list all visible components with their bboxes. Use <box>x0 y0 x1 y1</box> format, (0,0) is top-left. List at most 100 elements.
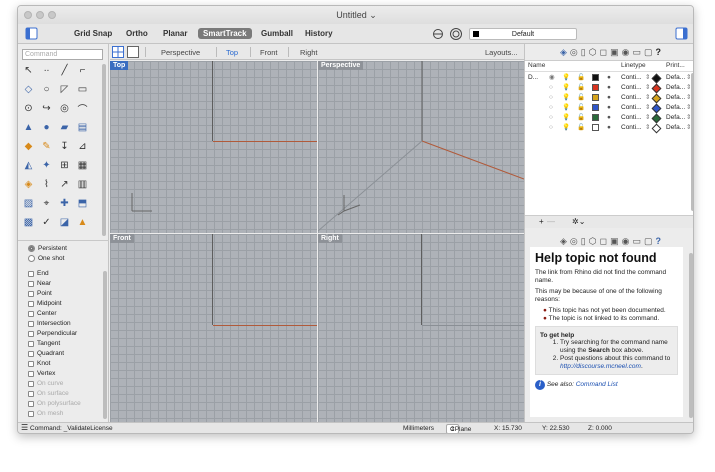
tab-front[interactable]: Front <box>260 48 278 57</box>
layer-print-width[interactable]: Defa... <box>666 113 685 123</box>
osnap-checkbox[interactable] <box>28 310 34 317</box>
viewport-right[interactable]: Right <box>318 234 524 422</box>
osnap-checkbox[interactable] <box>28 410 34 417</box>
current-layer-icon[interactable]: ○ <box>549 113 553 123</box>
layouts-button[interactable]: Layouts... <box>485 48 518 57</box>
osnap-item[interactable]: Perpendicular <box>28 330 77 337</box>
layers-header-linetype[interactable]: Linetype <box>621 61 646 71</box>
layer-row[interactable]: D... ◉ 💡 🔓 ● Conti... ⇕ Defa... ⇕ <box>525 73 693 84</box>
layer-print-width[interactable]: Defa... <box>666 83 685 93</box>
smarttrack-toggle[interactable]: SmartTrack <box>198 28 252 39</box>
tool-button[interactable]: ◭ <box>22 159 35 172</box>
bulb-icon[interactable]: 💡 <box>562 113 570 123</box>
viewport-top[interactable]: Top <box>110 61 317 233</box>
tool-button[interactable]: ▲ <box>22 121 35 134</box>
osnap-checkbox[interactable] <box>28 320 34 327</box>
materials-tab-icon[interactable]: ◎ <box>570 47 578 58</box>
render-tab-icon[interactable]: ▭ <box>632 236 641 247</box>
layer-color-swatch[interactable] <box>592 114 599 121</box>
tool-button[interactable]: ▤ <box>76 121 89 134</box>
osnap-item[interactable]: Point <box>28 290 52 297</box>
discourse-link[interactable]: http://discourse.mcneel.com <box>560 363 641 370</box>
layer-color-swatch[interactable] <box>592 74 599 81</box>
layer-linetype[interactable]: Conti... <box>621 83 642 93</box>
tool-button[interactable]: ✦ <box>40 159 53 172</box>
single-view-icon[interactable] <box>127 46 139 58</box>
print-color-icon[interactable] <box>651 103 662 114</box>
four-view-icon[interactable] <box>112 46 124 58</box>
tool-button[interactable]: ▥ <box>76 178 89 191</box>
osnap-item[interactable]: On curve <box>28 380 63 387</box>
tool-button[interactable]: ▭ <box>76 83 89 96</box>
layer-print-width[interactable]: Defa... <box>666 103 685 113</box>
current-layer-icon[interactable]: ◉ <box>549 73 555 83</box>
material-icon[interactable]: ● <box>607 123 611 133</box>
tool-button[interactable]: ∙∙ <box>40 64 53 77</box>
osnap-persistent[interactable]: Persistent <box>28 245 67 252</box>
render-tab-icon[interactable]: ▭ <box>632 47 641 58</box>
bulb-icon[interactable]: 💡 <box>562 83 570 93</box>
tool-button[interactable]: ◎ <box>58 102 71 115</box>
planar-toggle[interactable]: Planar <box>163 29 187 38</box>
window-title[interactable]: Untitled ⌄ <box>18 10 693 21</box>
osnap-icon[interactable] <box>449 27 463 41</box>
tool-button[interactable]: ▰ <box>58 121 71 134</box>
layer-linetype[interactable]: Conti... <box>621 73 642 83</box>
tool-button[interactable]: ↖ <box>22 64 35 77</box>
print-color-icon[interactable] <box>651 93 662 104</box>
tool-button[interactable]: ⊙ <box>22 102 35 115</box>
command-history-icon[interactable]: ☰ <box>21 422 28 433</box>
help-tab-icon[interactable]: ? <box>655 236 661 246</box>
current-layer-icon[interactable]: ○ <box>549 83 553 93</box>
osnap-checkbox[interactable] <box>28 300 34 307</box>
viewport-label-top[interactable]: Top <box>110 61 129 70</box>
cplane-dropdown[interactable]: CPlane ⇕ <box>446 424 471 433</box>
lock-icon[interactable]: 🔓 <box>577 103 585 113</box>
add-layer-icon[interactable]: + <box>539 217 544 226</box>
osnap-item[interactable]: Near <box>28 280 51 287</box>
tool-button[interactable]: ⌒ <box>76 102 89 116</box>
tool-button[interactable]: ▨ <box>22 197 35 210</box>
layer-dropdown[interactable]: Default <box>469 28 577 40</box>
screen-tab-icon[interactable]: ▢ <box>644 236 653 247</box>
help-tab-icon[interactable]: ? <box>655 47 661 57</box>
tool-button[interactable]: ○ <box>40 83 53 96</box>
lock-icon[interactable]: 🔓 <box>577 123 585 133</box>
bulb-icon[interactable]: 💡 <box>562 103 570 113</box>
layer-options-icon[interactable]: ✲⌄ <box>572 217 585 226</box>
document-tab-icon[interactable]: ▯ <box>581 47 586 58</box>
tools-scrollbar[interactable] <box>102 64 106 236</box>
osnap-checkbox[interactable] <box>28 380 34 387</box>
current-layer-icon[interactable]: ○ <box>549 123 553 133</box>
tool-button[interactable]: ✎ <box>40 140 53 153</box>
bulb-icon[interactable]: 💡 <box>562 93 570 103</box>
print-color-icon[interactable] <box>651 113 662 124</box>
tool-button[interactable]: ✓ <box>40 216 53 229</box>
layer-row[interactable]: ○ 💡 🔓 ● Conti... ⇕ Defa... ⇕ <box>525 93 693 104</box>
osnap-item[interactable]: On surface <box>28 390 69 397</box>
material-icon[interactable]: ● <box>607 73 611 83</box>
tab-perspective[interactable]: Perspective <box>161 48 200 57</box>
current-layer-icon[interactable]: ○ <box>549 103 553 113</box>
materials-tab-icon[interactable]: ◎ <box>570 236 578 247</box>
lock-icon[interactable]: 🔓 <box>577 93 585 103</box>
properties-tab-icon[interactable]: ⬡ <box>589 47 597 58</box>
screen-tab-icon[interactable]: ▢ <box>644 47 653 58</box>
osnap-checkbox[interactable] <box>28 390 34 397</box>
layers-header-name[interactable]: Name <box>528 61 545 71</box>
sidebar-toggle-icon[interactable] <box>25 27 38 40</box>
tool-button[interactable]: ▦ <box>76 159 89 172</box>
osnap-item[interactable]: Knot <box>28 360 50 367</box>
layer-print-width[interactable]: Defa... <box>666 93 685 103</box>
tab-right[interactable]: Right <box>300 48 318 57</box>
tool-button[interactable]: ◸ <box>58 83 71 96</box>
tool-button[interactable]: ⌇ <box>40 178 53 191</box>
osnap-one-shot[interactable]: One shot <box>28 255 64 262</box>
material-icon[interactable]: ● <box>607 83 611 93</box>
named-view-tab-icon[interactable]: ◉ <box>622 47 630 58</box>
osnap-checkbox[interactable] <box>28 340 34 347</box>
osnap-item[interactable]: Intersection <box>28 320 71 327</box>
layer-linetype[interactable]: Conti... <box>621 113 642 123</box>
print-color-icon[interactable] <box>651 73 662 84</box>
print-color-icon[interactable] <box>651 83 662 94</box>
